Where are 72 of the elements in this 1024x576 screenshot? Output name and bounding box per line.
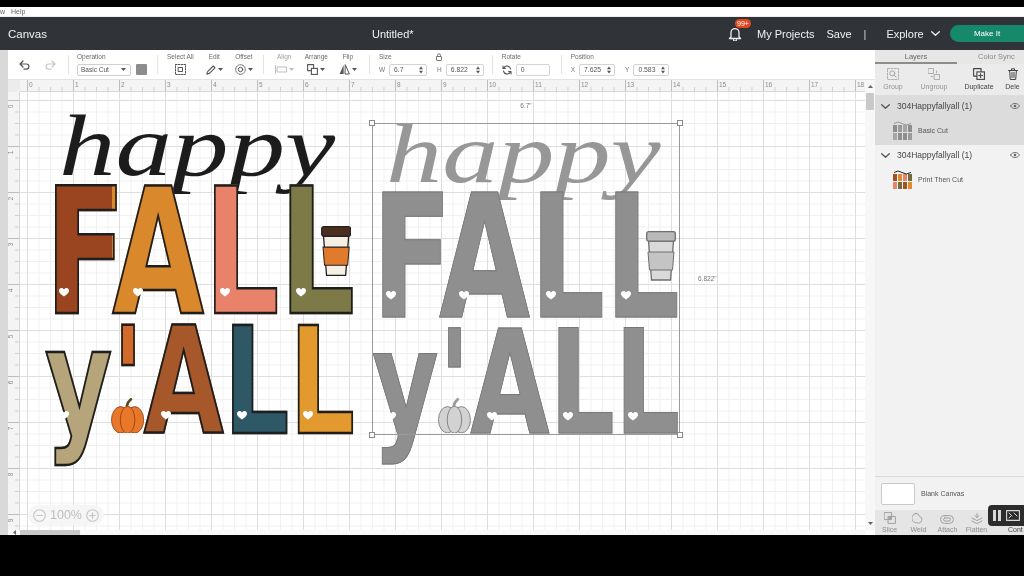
- screen-icon[interactable]: [1006, 510, 1020, 521]
- header-link[interactable]: Save: [826, 27, 852, 40]
- make-it-button[interactable]: Make It: [950, 25, 1024, 42]
- header-link[interactable]: My Projects: [757, 27, 815, 40]
- weld-icon: [912, 512, 925, 524]
- selection-handle[interactable]: [369, 432, 375, 438]
- ungroup-icon: [928, 68, 940, 80]
- chevron-down-icon: [930, 31, 940, 36]
- gear-icon: [234, 64, 246, 75]
- heart-icon: [628, 411, 638, 421]
- heart-icon: [487, 411, 498, 421]
- duplicate-icon: [973, 68, 985, 80]
- caret-icon: [247, 68, 253, 71]
- zoom-level: 100%: [50, 508, 82, 522]
- rotate-icon[interactable]: [501, 64, 512, 75]
- separator: |: [863, 27, 867, 40]
- scrollbar-thumb[interactable]: [20, 530, 80, 535]
- section-title: Canvas: [8, 27, 47, 40]
- group-icon: [887, 68, 899, 80]
- pumpkin-icon: [111, 397, 145, 434]
- slice-icon: [883, 512, 896, 524]
- chevron-down-icon[interactable]: [881, 103, 890, 109]
- color-swatch-icon[interactable]: [136, 64, 147, 75]
- spinner-icon[interactable]: [661, 65, 666, 74]
- canvas-swatch-icon[interactable]: [881, 482, 915, 505]
- spinner-icon[interactable]: [475, 65, 480, 74]
- selection-handle[interactable]: [369, 120, 375, 126]
- undo-icon[interactable]: [19, 59, 31, 70]
- scroll-up-icon[interactable]: [867, 84, 873, 88]
- selection-handle[interactable]: [677, 432, 683, 438]
- layer-name: 304Happyfallyall (1): [897, 101, 974, 111]
- caret-icon: [121, 68, 126, 71]
- heart-icon: [161, 411, 172, 421]
- attach-icon: [940, 515, 955, 524]
- document-title: Untitled*: [372, 27, 415, 40]
- eye-icon[interactable]: [1010, 152, 1020, 158]
- thumbnail-icon: [892, 169, 913, 190]
- scroll-down-icon[interactable]: [867, 522, 873, 525]
- coffee-cup-icon: [646, 230, 677, 281]
- thumbnail-icon: [892, 120, 913, 141]
- heart-icon: [236, 411, 247, 421]
- pumpkin-icon: [438, 397, 471, 434]
- heart-icon: [621, 291, 631, 301]
- spinner-icon[interactable]: [607, 65, 612, 74]
- select-all-icon: [174, 64, 186, 75]
- pencil-icon: [205, 64, 216, 75]
- coffee-cup-icon: [321, 226, 352, 277]
- scrollbar-thumb[interactable]: [866, 93, 874, 110]
- caret-icon: [288, 68, 294, 71]
- chevron-down-icon[interactable]: [881, 152, 890, 158]
- eye-icon[interactable]: [1010, 103, 1020, 109]
- heart-icon: [562, 411, 573, 421]
- flip-icon: [338, 64, 350, 75]
- caret-icon: [351, 68, 357, 71]
- caret-icon: [217, 68, 223, 71]
- caret-icon: [320, 68, 326, 71]
- pause-icon[interactable]: [993, 510, 1001, 521]
- heart-icon: [385, 291, 396, 301]
- heart-icon: [295, 287, 306, 297]
- align-icon: [274, 65, 287, 74]
- selection-handle[interactable]: [677, 120, 683, 126]
- flatten-icon: [970, 513, 983, 524]
- overlap-squares-icon: [307, 64, 319, 75]
- layer-name: 304Happyfallyall (1): [897, 150, 974, 160]
- spinner-icon[interactable]: [419, 65, 423, 74]
- heart-icon: [58, 411, 69, 421]
- scroll-left-icon[interactable]: [12, 530, 16, 535]
- bell-icon[interactable]: [728, 26, 742, 41]
- heart-icon: [302, 411, 313, 421]
- lock-icon[interactable]: [435, 52, 442, 61]
- explore-menu[interactable]: Explore: [886, 27, 940, 40]
- trash-icon: [1007, 68, 1018, 80]
